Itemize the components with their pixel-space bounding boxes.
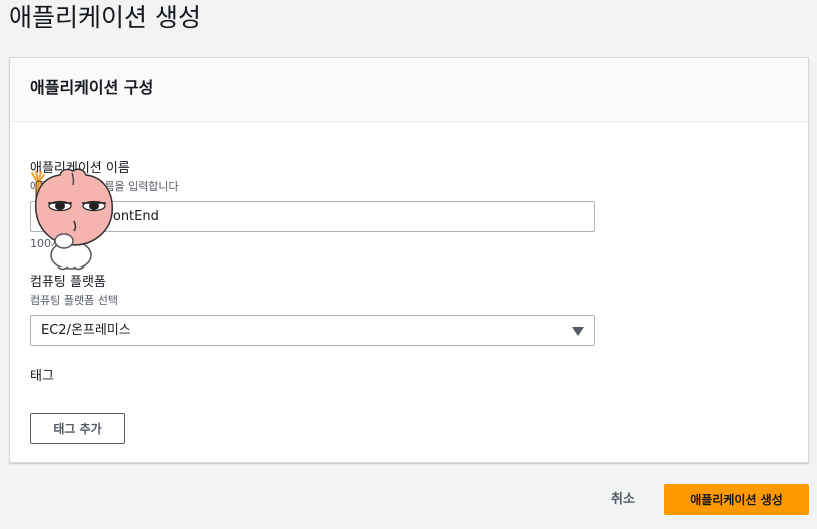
- apeach-sticker-icon: [31, 168, 113, 271]
- page-title: 애플리케이션 생성: [9, 3, 201, 32]
- add-tag-button[interactable]: 태그 추가: [30, 413, 125, 444]
- caret-down-icon: [572, 327, 584, 336]
- panel-header: 애플리케이션 구성: [10, 58, 808, 122]
- cancel-button[interactable]: 취소: [605, 490, 641, 510]
- create-application-page: 애플리케이션 생성 애플리케이션 구성 애플리케이션 이름 애플리케이션 이름을…: [0, 0, 817, 529]
- application-config-panel: 애플리케이션 구성 애플리케이션 이름 애플리케이션 이름을 입력합니다 100…: [9, 57, 809, 463]
- panel-title: 애플리케이션 구성: [30, 78, 154, 97]
- tags-label: 태그: [30, 369, 54, 384]
- compute-platform-description: 컴퓨팅 플랫폼 선택: [30, 294, 118, 307]
- compute-platform-select[interactable]: EC2/온프레미스: [30, 315, 595, 346]
- create-application-button[interactable]: 애플리케이션 생성: [664, 484, 809, 515]
- compute-platform-selected-value: EC2/온프레미스: [41, 323, 131, 338]
- compute-platform-label: 컴퓨팅 플랫폼: [30, 275, 106, 290]
